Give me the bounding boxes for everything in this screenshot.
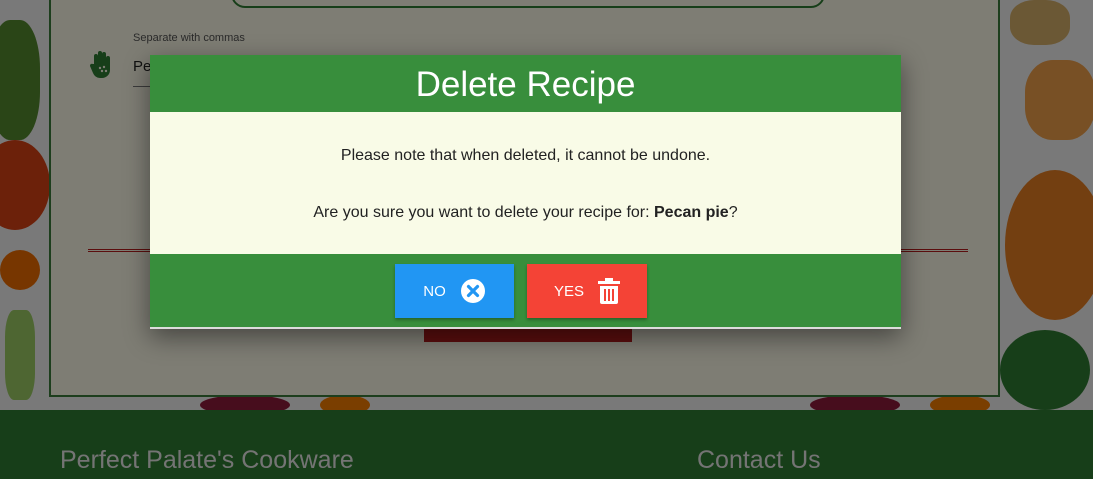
close-circle-icon — [460, 279, 485, 303]
modal-footer: NO YES — [150, 254, 901, 329]
yes-button[interactable]: YES — [527, 264, 647, 318]
no-button-label: NO — [423, 282, 446, 300]
delete-recipe-modal: Delete Recipe Please note that when dele… — [150, 55, 901, 329]
trash-icon — [598, 278, 620, 304]
modal-body: Please note that when deleted, it cannot… — [150, 112, 901, 254]
no-button[interactable]: NO — [395, 264, 514, 318]
modal-title: Delete Recipe — [150, 55, 901, 112]
recipe-name: Pecan pie — [654, 204, 729, 221]
question-prefix: Are you sure you want to delete your rec… — [313, 204, 654, 221]
delete-warning-text: Please note that when deleted, it cannot… — [340, 147, 711, 164]
yes-button-label: YES — [553, 282, 584, 300]
delete-confirm-question: Are you sure you want to delete your rec… — [150, 204, 901, 222]
question-suffix: ? — [728, 204, 738, 221]
